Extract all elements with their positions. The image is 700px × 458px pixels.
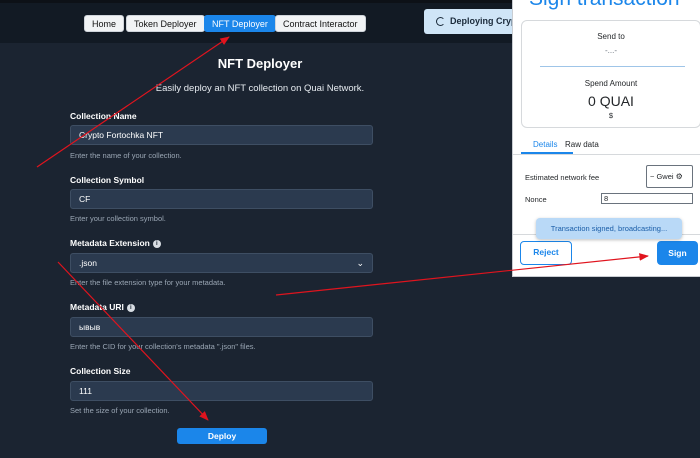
nonce-input[interactable]: 8 — [601, 193, 693, 204]
deploy-button[interactable]: Deploy — [177, 428, 267, 444]
metadata-extension-label: Metadata Extension — [70, 238, 150, 248]
send-to-value: -...- — [605, 46, 617, 55]
tab-raw-data[interactable]: Raw data — [565, 140, 599, 149]
metadata-uri-input[interactable]: ывыв — [70, 317, 373, 337]
wallet-title: Sign transaction — [529, 0, 680, 11]
deploying-label: Deploying Crypt — [450, 16, 520, 26]
metadata-extension-label-row: Metadata Extension i — [70, 238, 161, 248]
gas-unit-label: ~ Gwei — [650, 172, 674, 181]
info-icon[interactable]: i — [152, 239, 161, 248]
collection-symbol-help: Enter your collection symbol. — [70, 214, 166, 223]
nav-token-deployer-button[interactable]: Token Deployer — [126, 15, 205, 32]
nav-nft-deployer-button[interactable]: NFT Deployer — [204, 15, 276, 32]
nav-contract-interactor-button[interactable]: Contract Interactor — [275, 15, 366, 32]
collection-size-label: Collection Size — [70, 366, 131, 376]
spend-amount-usd: $ — [608, 111, 614, 120]
gear-icon: ⚙ — [675, 172, 683, 181]
card-divider — [540, 66, 685, 67]
tab-details[interactable]: Details — [533, 140, 557, 149]
deploying-status-button[interactable]: Deploying Crypt — [424, 9, 524, 34]
spend-amount-label: Spend Amount — [584, 79, 638, 88]
info-icon[interactable]: i — [126, 303, 135, 312]
collection-name-help: Enter the name of your collection. — [70, 151, 182, 160]
spend-amount-value: 0 QUAI — [588, 93, 634, 109]
collection-size-input[interactable]: 111 — [70, 381, 373, 401]
collection-name-input[interactable]: Crypto Fortochka NFT — [70, 125, 373, 145]
send-to-label: Send to — [597, 32, 625, 41]
transaction-summary-card: Send to -...- Spend Amount 0 QUAI $ — [521, 20, 700, 128]
reject-button[interactable]: Reject — [520, 241, 572, 265]
page-subtitle: Easily deploy an NFT collection on Quai … — [155, 83, 365, 94]
collection-size-help: Set the size of your collection. — [70, 406, 170, 415]
metadata-extension-help: Enter the file extension type for your m… — [70, 278, 226, 287]
collection-symbol-label: Collection Symbol — [70, 175, 145, 185]
metadata-uri-label: Metadata URI — [70, 302, 124, 312]
metadata-extension-value: .json — [79, 258, 97, 268]
nonce-label: Nonce — [525, 195, 547, 204]
page-title: NFT Deployer — [217, 56, 303, 71]
metadata-uri-help: Enter the CID for your collection's meta… — [70, 342, 256, 351]
nav-home-button[interactable]: Home — [84, 15, 125, 32]
collection-name-label: Collection Name — [70, 111, 137, 121]
tab-divider — [513, 154, 700, 155]
chevron-down-icon: ⌄ — [356, 258, 364, 268]
estimated-fee-label: Estimated network fee — [525, 173, 600, 182]
metadata-uri-label-row: Metadata URI i — [70, 302, 135, 312]
spinner-icon — [436, 17, 445, 27]
wallet-sign-popup: Sign transaction Send to -...- Spend Amo… — [512, 0, 700, 277]
metadata-extension-select[interactable]: .json ⌄ — [70, 253, 373, 273]
broadcast-toast: Transaction signed, broadcasting... — [536, 218, 682, 239]
sign-button[interactable]: Sign — [657, 241, 698, 265]
collection-symbol-input[interactable]: CF — [70, 189, 373, 209]
gas-settings-button[interactable]: ~ Gwei ⚙ — [646, 165, 693, 188]
